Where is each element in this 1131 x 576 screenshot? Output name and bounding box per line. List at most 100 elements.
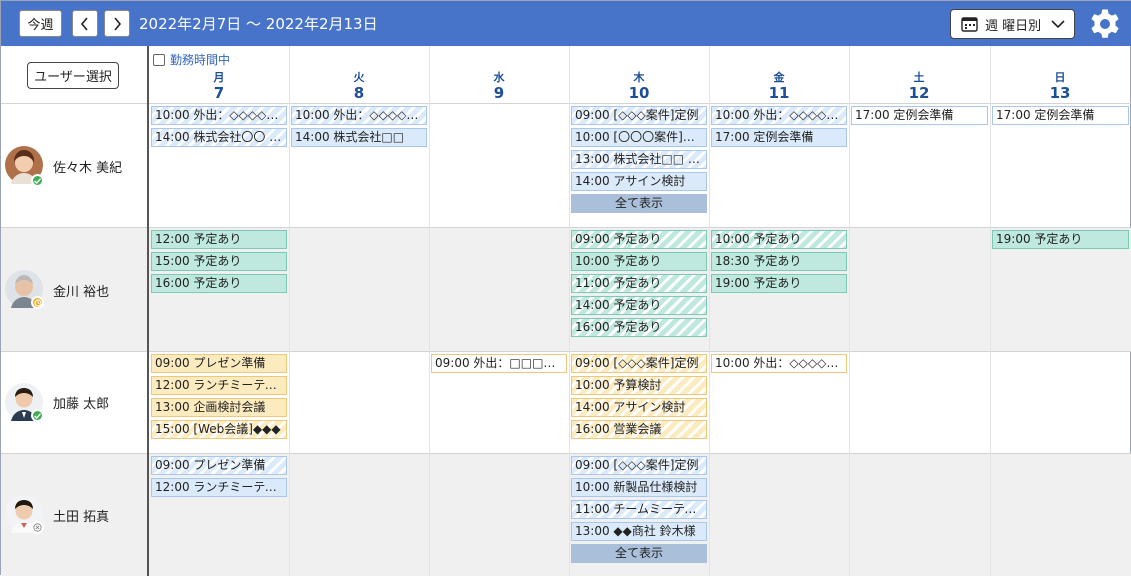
weekday-label: 金 [773,71,785,84]
event-item[interactable]: 14:00 予定あり [571,296,707,315]
event-item[interactable]: 10:00 外出：◇◇◇◇◇◇ [711,106,847,125]
event-item[interactable]: 10:00 予定あり [571,252,707,271]
offline-status-icon [31,521,44,534]
weekday-label: 火 [353,71,365,84]
user-name: 加藤 太郎 [53,397,110,412]
date-number: 8 [353,84,365,102]
user-column-divider [147,46,149,576]
col-divider [990,46,991,576]
event-item[interactable]: 15:00 [Web会議]◆◆◆ [151,420,287,439]
event-item[interactable]: 11:00 チームミーティング [571,500,707,519]
event-item[interactable]: 12:00 ランチミーティング [151,376,287,395]
available-status-icon [31,174,44,187]
available-status-icon [31,409,44,422]
user-name: 金川 裕也 [53,285,110,300]
event-item[interactable]: 10:00 新製品仕様検討 [571,478,707,497]
col-divider [289,46,290,576]
working-hours-label: 勤務時間中 [170,53,231,67]
event-item[interactable]: 10:00 予定あり [711,230,847,249]
col-divider [429,46,430,576]
event-item[interactable]: 09:00 [◇◇◇案件]定例 [571,456,707,475]
date-range: 2022年2月7日 ～ 2022年2月13日 [139,15,378,33]
weekday-label: 月 [213,71,225,84]
view-mode-label: 週 曜日別 [985,18,1042,34]
event-item[interactable]: 09:00 [◇◇◇案件]定例 [571,354,707,373]
event-item[interactable]: 10:00 外出：◇◇◇◇◇◇ [711,354,847,373]
event-item[interactable]: 17:00 定例会準備 [851,106,988,125]
event-item[interactable]: 09:00 外出：□□□□□□ [431,354,567,373]
col-divider [709,46,710,576]
user-name: 土田 拓真 [53,510,110,525]
chevron-left-icon [80,16,88,31]
event-item[interactable]: 14:00 アサイン検討 [571,172,707,191]
event-item[interactable]: 11:00 予定あり [571,274,707,293]
row-divider [1,453,1131,454]
event-item[interactable]: 13:00 株式会社□□ 訪問 [571,150,707,169]
view-mode-select[interactable]: 週 曜日別 [950,9,1075,39]
show-all-button[interactable]: 全て表示 [571,194,707,213]
event-item[interactable]: 16:00 予定あり [151,274,287,293]
event-item[interactable]: 18:30 予定あり [711,252,847,271]
event-item[interactable]: 09:00 [◇◇◇案件]定例 [571,106,707,125]
event-item[interactable]: 09:00 プレゼン準備 [151,456,287,475]
event-item[interactable]: 12:00 ランチミーティング [151,478,287,497]
event-item[interactable]: 16:00 予定あり [571,318,707,337]
event-item[interactable]: 19:00 予定あり [711,274,847,293]
event-item[interactable]: 12:00 予定あり [151,230,287,249]
date-number: 11 [768,84,790,102]
next-week-button[interactable] [104,10,130,37]
day-header-sat: 土 12 [849,69,989,102]
event-item[interactable]: 10:00 予算検討 [571,376,707,395]
event-item[interactable]: 17:00 定例会準備 [992,106,1129,125]
day-header-fri: 金 11 [709,69,849,102]
calendar-icon [961,17,978,32]
event-item[interactable]: 16:00 営業会議 [571,420,707,439]
weekday-label: 木 [633,71,645,84]
user-row-kato[interactable]: 加藤 太郎 [1,352,147,453]
user-row-kanagawa[interactable]: 金川 裕也 [1,228,147,351]
row-divider [1,351,1131,352]
user-select-button[interactable]: ユーザー選択 [27,62,119,89]
user-row-sasaki[interactable]: 佐々木 美紀 [1,104,147,227]
user-name: 佐々木 美紀 [53,161,123,176]
event-item[interactable]: 09:00 予定あり [571,230,707,249]
event-item[interactable]: 19:00 予定あり [992,230,1129,249]
event-item[interactable]: 13:00 ◆◆商社 鈴木様 [571,522,707,541]
event-item[interactable]: 13:00 企画検討会議 [151,398,287,417]
date-number: 7 [213,84,225,102]
event-item[interactable]: 14:00 株式会社□□ [291,128,427,147]
event-item[interactable]: 14:00 株式会社〇〇 打合せ [151,128,287,147]
event-item[interactable]: 10:00 外出：◇◇◇◇◇◇ [291,106,427,125]
away-status-icon [31,296,44,309]
chevron-down-icon [1051,20,1065,29]
working-hours-checkbox[interactable] [153,53,165,66]
col-divider [849,46,850,576]
date-number: 12 [908,84,930,102]
weekday-label: 土 [913,71,925,84]
col-divider [569,46,570,576]
row-divider [1,227,1131,228]
toolbar: 今週 2022年2月7日 ～ 2022年2月13日 週 曜日別 [1,1,1131,46]
date-number: 10 [628,84,650,102]
this-week-button[interactable]: 今週 [19,10,62,37]
event-item[interactable]: 10:00 [〇〇〇案件]キックオフ [571,128,707,147]
event-item[interactable]: 09:00 プレゼン準備 [151,354,287,373]
calendar-window: 今週 2022年2月7日 ～ 2022年2月13日 週 曜日別 ユーザー選択 勤… [0,0,1131,576]
chevron-right-icon [114,16,122,31]
day-header-thu: 木 10 [569,69,709,102]
row-divider [1,103,1131,104]
event-item[interactable]: 17:00 定例会準備 [711,128,847,147]
gear-icon[interactable] [1089,8,1121,40]
event-item[interactable]: 10:00 外出：◇◇◇◇◇◇ [151,106,287,125]
previous-week-button[interactable] [72,10,98,37]
day-header-mon: 月7 [149,69,289,102]
working-hours-filter[interactable]: 勤務時間中 [153,51,230,68]
day-header-tue: 火8 [289,69,429,102]
user-row-tsuchida[interactable]: 土田 拓真 [1,454,147,576]
date-number: 13 [1049,84,1071,102]
event-item[interactable]: 15:00 予定あり [151,252,287,271]
show-all-button[interactable]: 全て表示 [571,544,707,563]
weekday-label: 水 [493,71,505,84]
date-number: 9 [493,84,505,102]
event-item[interactable]: 14:00 アサイン検討 [571,398,707,417]
